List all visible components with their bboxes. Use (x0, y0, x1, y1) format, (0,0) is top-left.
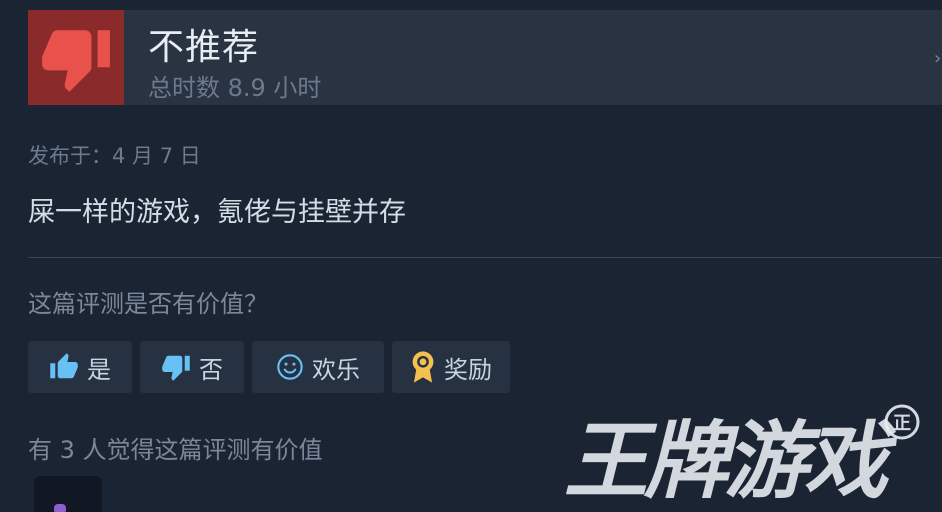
review-page: 不推荐 总时数 8.9 小时 › 发布于：4 月 7 日 屎一样的游戏，氪佬与挂… (0, 0, 942, 512)
smiley-icon (276, 353, 304, 381)
vote-funny-label: 欢乐 (312, 355, 360, 384)
thumbs-up-icon (49, 352, 79, 382)
verdict-thumb-box (28, 10, 124, 105)
award-ribbon-icon (410, 350, 436, 384)
divider (28, 257, 942, 258)
thumbs-down-icon (42, 29, 110, 92)
helpful-question: 这篇评测是否有价值？ (28, 290, 268, 318)
award-button[interactable]: 奖励 (392, 341, 510, 393)
helpful-count: 有 3 人觉得这篇评测有价值 (28, 436, 323, 464)
vote-yes-button[interactable]: 是 (28, 341, 132, 393)
avatar[interactable] (34, 476, 102, 512)
verdict-title: 不推荐 (148, 27, 260, 68)
vote-no-label: 否 (199, 355, 223, 384)
playtime-hours: 总时数 8.9 小时 (148, 74, 322, 102)
review-text: 屎一样的游戏，氪佬与挂壁并存 (28, 197, 406, 228)
avatar-image (54, 504, 66, 512)
posted-date: 发布于：4 月 7 日 (28, 144, 201, 168)
svg-text:正: 正 (893, 413, 911, 434)
watermark-logo: 王牌游戏 正 (564, 404, 920, 508)
review-header[interactable]: 不推荐 总时数 8.9 小时 › (28, 10, 942, 105)
vote-funny-button[interactable]: 欢乐 (252, 341, 384, 393)
award-label: 奖励 (444, 355, 492, 384)
thumbs-down-icon (161, 352, 191, 382)
svg-text:王牌游戏: 王牌游戏 (564, 412, 897, 508)
chevron-right-icon: › (934, 48, 942, 69)
vote-yes-label: 是 (87, 355, 111, 384)
vote-no-button[interactable]: 否 (140, 341, 244, 393)
